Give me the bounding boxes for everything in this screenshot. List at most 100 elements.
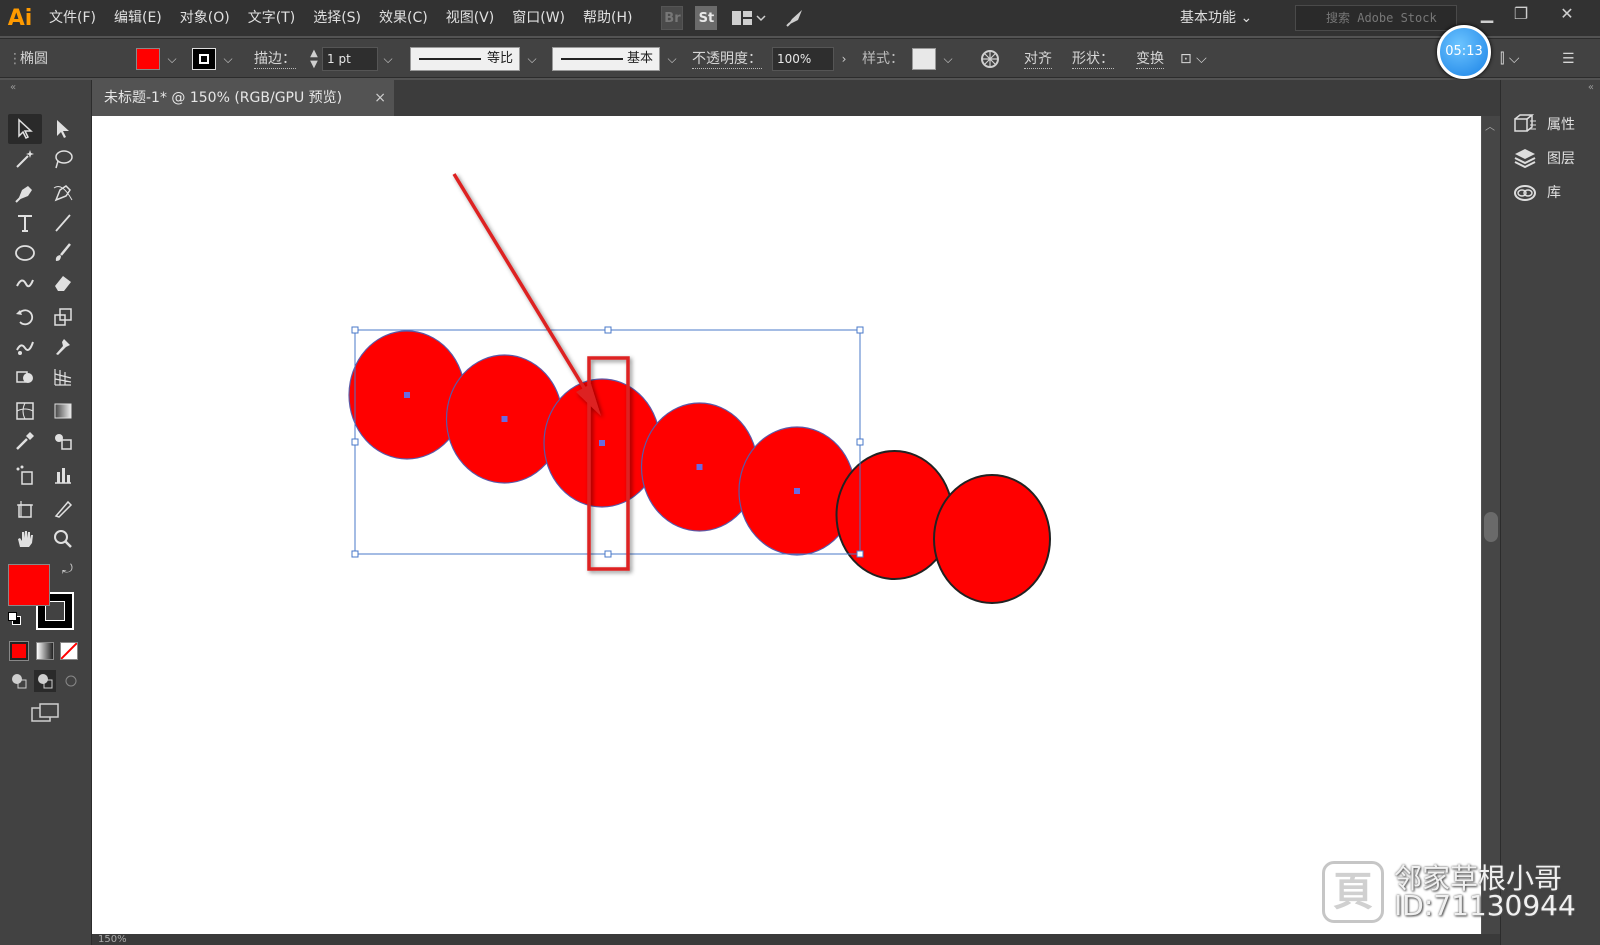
- handle-middle-right[interactable]: [856, 438, 864, 446]
- profile-chevron-icon[interactable]: ⌵: [524, 48, 540, 70]
- mesh-tool-icon[interactable]: [8, 396, 42, 426]
- magic-wand-tool-icon[interactable]: [8, 144, 42, 174]
- selection-tool-icon[interactable]: [8, 114, 42, 144]
- vertical-scrollbar[interactable]: ︿: [1482, 116, 1500, 934]
- restore-button[interactable]: ❐: [1504, 0, 1538, 30]
- zoom-level[interactable]: 150%: [98, 934, 127, 945]
- menu-item[interactable]: 文件(F): [40, 0, 105, 36]
- eraser-tool-icon[interactable]: [46, 268, 80, 298]
- opacity-arrow-icon[interactable]: ›: [836, 48, 852, 70]
- direct-selection-tool-icon[interactable]: [46, 114, 80, 144]
- menu-item[interactable]: 窗口(W): [503, 0, 574, 36]
- shape-builder-tool-icon[interactable]: [8, 362, 42, 392]
- transform-link[interactable]: 变换: [1136, 39, 1164, 79]
- close-tab-button[interactable]: ×: [374, 80, 386, 116]
- column-graph-tool-icon[interactable]: [46, 460, 80, 490]
- pen-tool-icon[interactable]: [8, 178, 42, 208]
- stroke-label[interactable]: 描边：: [254, 39, 296, 79]
- properties-panel-button[interactable]: 属性: [1513, 110, 1575, 138]
- handle-bottom-right[interactable]: [856, 550, 864, 558]
- shape-link[interactable]: 形状：: [1072, 39, 1114, 79]
- draw-behind-icon[interactable]: [34, 670, 56, 692]
- recolor-artwork-icon[interactable]: [980, 39, 1000, 79]
- stroke-weight-chevron-icon[interactable]: ⌵: [380, 48, 396, 70]
- zoom-tool-icon[interactable]: [46, 524, 80, 554]
- handle-top-left[interactable]: [351, 326, 359, 334]
- bridge-icon[interactable]: Br: [661, 6, 684, 30]
- gradient-mode-button[interactable]: [36, 642, 54, 660]
- ellipse-tool-icon[interactable]: [8, 238, 42, 268]
- circles-group[interactable]: [348, 330, 1051, 604]
- menu-item[interactable]: 编辑(E): [105, 0, 171, 36]
- workspace-switcher[interactable]: 基本功能 ⌄: [1180, 0, 1252, 36]
- artboard[interactable]: [92, 116, 1481, 934]
- collapse-chevron-icon[interactable]: «: [10, 82, 16, 93]
- blend-tool-icon[interactable]: [46, 426, 80, 456]
- menu-item[interactable]: 文字(T): [239, 0, 304, 36]
- graphic-style-swatch[interactable]: [912, 48, 936, 70]
- opacity-label[interactable]: 不透明度：: [692, 39, 762, 79]
- draw-normal-icon[interactable]: [10, 672, 28, 690]
- style-chevron-icon[interactable]: ⌵: [940, 48, 956, 70]
- stroke-swatch[interactable]: [192, 48, 216, 70]
- warp-tool-icon[interactable]: [8, 332, 42, 362]
- menu-item[interactable]: 选择(S): [304, 0, 370, 36]
- red-circle[interactable]: [933, 474, 1051, 604]
- stock-icon[interactable]: St: [695, 6, 718, 30]
- handle-top-center[interactable]: [604, 326, 612, 334]
- stroke-weight-field[interactable]: 1 pt: [322, 47, 378, 71]
- rotate-tool-icon[interactable]: [8, 302, 42, 332]
- fill-dropdown-chevron-icon[interactable]: ⌵: [164, 48, 180, 70]
- eyedropper-tool-icon[interactable]: [8, 426, 42, 456]
- artwork-svg[interactable]: [92, 116, 1481, 934]
- fill-swatch[interactable]: [136, 48, 160, 70]
- document-tab[interactable]: 未标题-1* @ 150% (RGB/GPU 预览) ×: [92, 80, 394, 116]
- perspective-grid-tool-icon[interactable]: [46, 362, 80, 392]
- draw-inside-icon[interactable]: [62, 672, 80, 690]
- align-link[interactable]: 对齐: [1024, 39, 1052, 79]
- gradient-tool-icon[interactable]: [46, 396, 80, 426]
- artboard-tool-icon[interactable]: [8, 494, 42, 524]
- stroke-weight-stepper[interactable]: ▲ ▼: [306, 48, 322, 70]
- fill-color-box[interactable]: [8, 564, 50, 606]
- libraries-panel-button[interactable]: 库: [1513, 178, 1561, 206]
- menu-item[interactable]: 帮助(H): [574, 0, 641, 36]
- symbol-sprayer-tool-icon[interactable]: [8, 460, 42, 490]
- search-stock-input[interactable]: 搜索 Adobe Stock: [1295, 5, 1457, 31]
- screen-mode-icon[interactable]: [30, 702, 60, 724]
- arrange-documents-icon[interactable]: [729, 6, 769, 30]
- lasso-tool-icon[interactable]: [46, 144, 80, 174]
- scale-tool-icon[interactable]: [46, 302, 80, 332]
- handle-bottom-left[interactable]: [351, 550, 359, 558]
- brush-definition-select[interactable]: 基本: [552, 47, 660, 71]
- arrange-panel-icon[interactable]: ⫿ ⌵: [1500, 39, 1520, 79]
- brush-chevron-icon[interactable]: ⌵: [664, 48, 680, 70]
- expand-panels-chevron-icon[interactable]: «: [1588, 82, 1594, 93]
- close-window-button[interactable]: ✕: [1550, 0, 1584, 30]
- canvas-area[interactable]: [92, 116, 1482, 934]
- opacity-field[interactable]: 100%: [772, 47, 834, 71]
- variable-width-profile-select[interactable]: 等比: [410, 47, 520, 71]
- swap-fill-stroke-icon[interactable]: ⤾: [62, 562, 73, 577]
- shaper-tool-icon[interactable]: [8, 268, 42, 298]
- scroll-up-arrow-icon[interactable]: ︿: [1485, 118, 1495, 133]
- handle-bottom-center[interactable]: [604, 550, 612, 558]
- handle-middle-left[interactable]: [351, 438, 359, 446]
- paintbrush-tool-icon[interactable]: [46, 238, 80, 268]
- publish-rocket-icon[interactable]: [781, 6, 809, 30]
- minimize-button[interactable]: ▁: [1470, 0, 1504, 30]
- none-mode-button[interactable]: [60, 642, 78, 660]
- knife-slice-tool-icon[interactable]: [46, 494, 80, 524]
- layers-panel-button[interactable]: 图层: [1513, 144, 1575, 172]
- menu-item[interactable]: 对象(O): [171, 0, 239, 36]
- line-segment-tool-icon[interactable]: [46, 208, 80, 238]
- vertical-scroll-thumb[interactable]: [1484, 512, 1498, 542]
- menu-item[interactable]: 效果(C): [370, 0, 437, 36]
- stroke-dropdown-chevron-icon[interactable]: ⌵: [220, 48, 236, 70]
- hand-tool-icon[interactable]: [8, 524, 42, 554]
- menu-item[interactable]: 视图(V): [437, 0, 504, 36]
- default-fill-stroke-icon[interactable]: [8, 612, 22, 626]
- panel-menu-icon[interactable]: ☰: [1562, 39, 1575, 79]
- isolate-object-icon[interactable]: ⊡ ⌵: [1180, 39, 1207, 79]
- red-circle[interactable]: [835, 450, 954, 580]
